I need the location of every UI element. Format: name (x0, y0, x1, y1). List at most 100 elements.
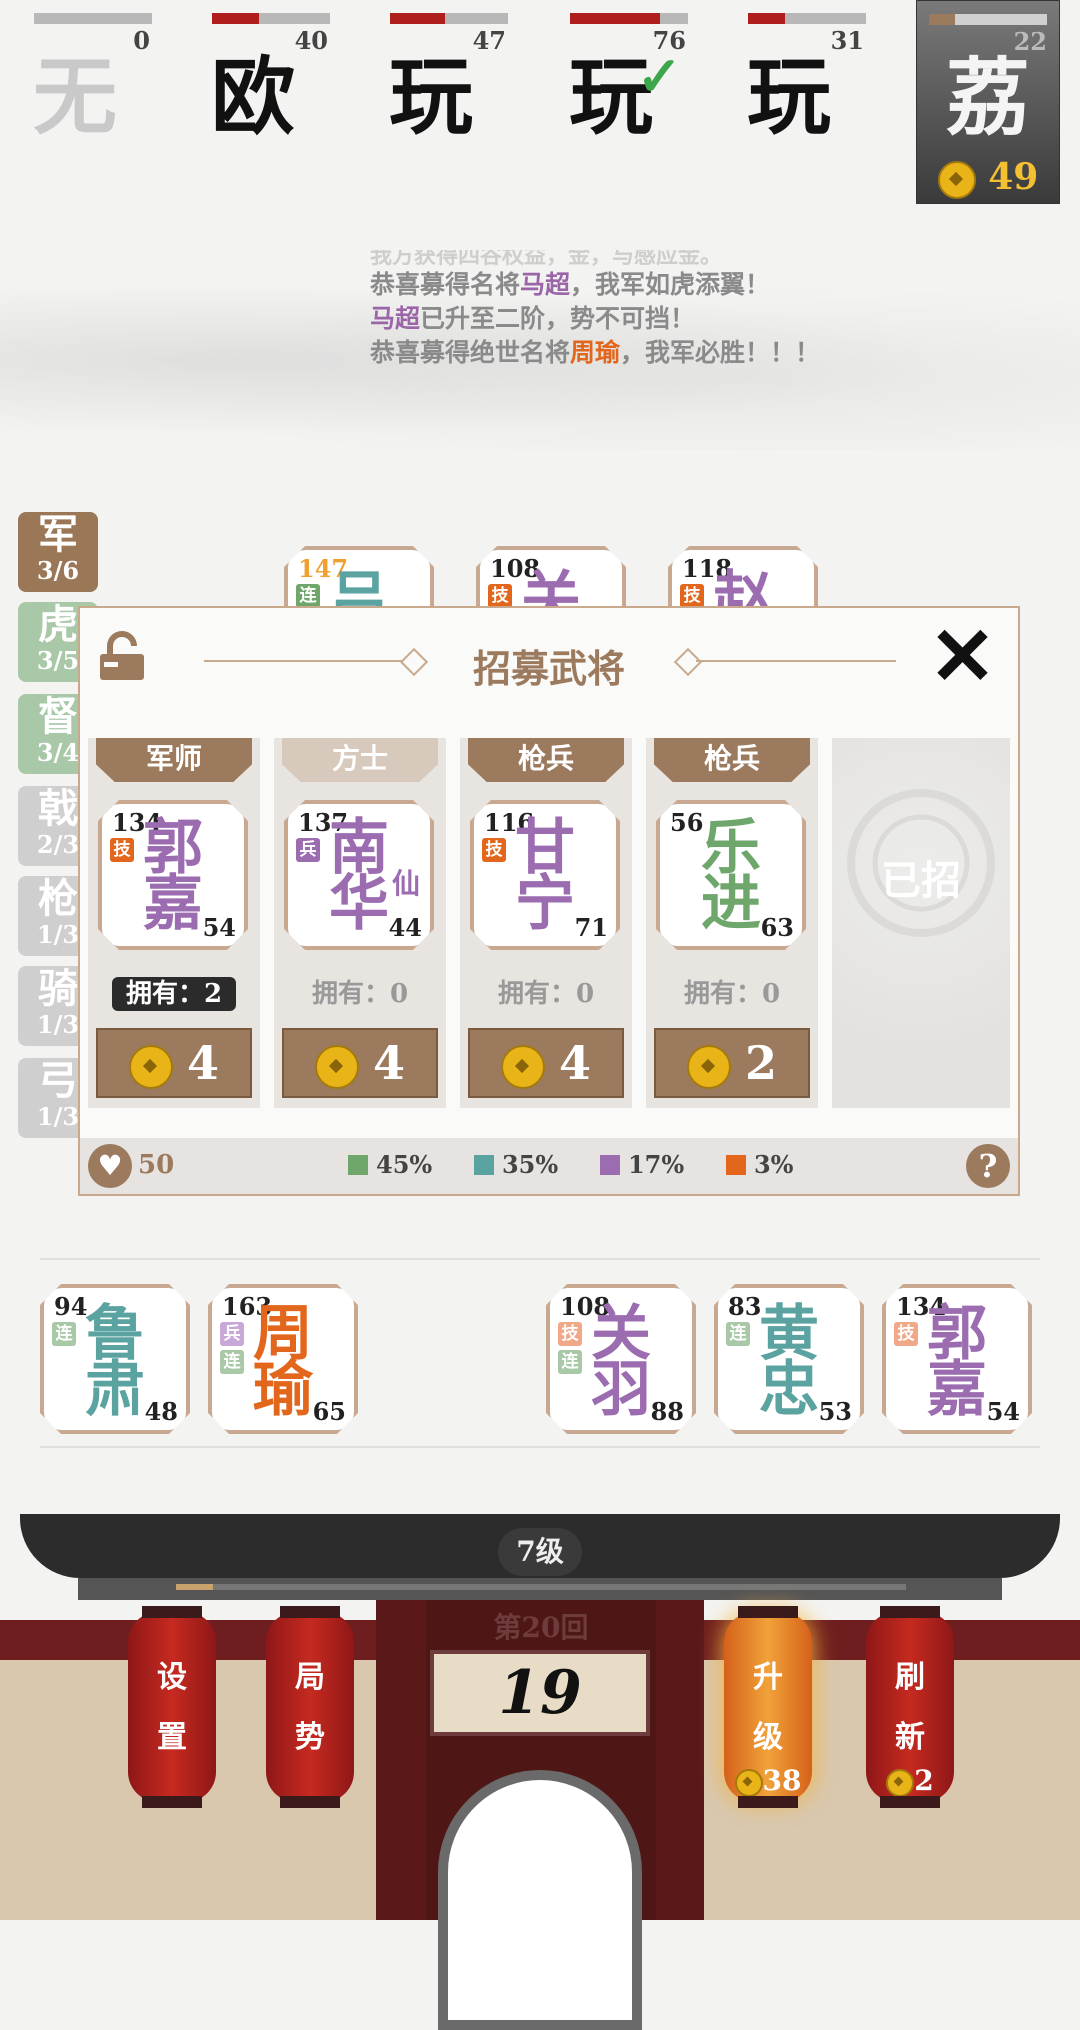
unit-stat: 44 (388, 913, 422, 942)
coin-icon (314, 1045, 359, 1089)
hp-value: 31 (830, 26, 864, 55)
coin-icon (734, 1768, 763, 1797)
owned-count: 拥有：0 (683, 979, 781, 1009)
upgrade-button[interactable]: 升 级 38 (724, 1606, 812, 1808)
bench-unit-card[interactable]: 163 兵 连 周 瑜 65 (208, 1284, 358, 1434)
bench-unit-card[interactable]: 83 连 黄 忠 53 (714, 1284, 864, 1434)
tier-swatch (473, 1155, 494, 1175)
hp-value: 47 (472, 26, 506, 55)
bench-unit-card[interactable]: 134 技 郭 嘉 54 (882, 1284, 1032, 1434)
recruited-slot: 已招 (832, 738, 1010, 1108)
buy-button[interactable]: 4 (282, 1028, 438, 1098)
hero-card[interactable]: 56 乐 进 63 (656, 800, 806, 950)
player-avatar-char: 玩 (746, 47, 831, 146)
help-icon[interactable]: ? (966, 1144, 1010, 1188)
log-hero-name: 马超 (520, 270, 571, 299)
hp-bar-fill (570, 13, 660, 24)
gate-pillar (654, 1600, 704, 1920)
title-rule (696, 660, 896, 662)
tier-odds-value: 45% (376, 1150, 433, 1179)
coin-icon (886, 1768, 915, 1797)
bench-unit-card[interactable]: 108 技 连 关 羽 88 (546, 1284, 696, 1434)
log-text: ，我军如虎添翼！ (570, 270, 771, 299)
refresh-button[interactable]: 刷 新 2 (866, 1606, 954, 1808)
xp-bar (176, 1584, 906, 1590)
recruit-slot[interactable]: 方士 137 兵 南 华 仙 44 拥有：0 4 (274, 738, 446, 1108)
unit-stat: 48 (144, 1397, 178, 1426)
cost-value: 2 (914, 1764, 934, 1797)
unit-subtitle: 仙 (391, 867, 420, 900)
tier-odds-value: 3% (753, 1150, 794, 1179)
log-line: 我方获得四谷权益，金，与感应金。 (370, 250, 723, 268)
player-slot-3[interactable]: 47 玩 (356, 0, 508, 142)
self-player-panel[interactable]: 22 荔 49 (916, 0, 1060, 204)
unit-stat: 53 (818, 1397, 852, 1426)
lantern-label: 势 (295, 1720, 325, 1755)
settings-button[interactable]: 设 置 (128, 1606, 216, 1808)
close-icon[interactable]: ✕ (929, 616, 996, 696)
recruited-label: 已招 (881, 857, 961, 904)
buy-button[interactable]: 4 (468, 1028, 624, 1098)
gate-pillar (376, 1600, 426, 1920)
message-log: 我方获得四谷权益，金，与感应金。 恭喜募得名将马超，我军如虎添翼！ 马超已升至二… (370, 250, 820, 370)
synergy-label: 军 (38, 511, 78, 558)
hp-bar (929, 14, 1047, 25)
player-slot-5[interactable]: 31 玩 (714, 0, 866, 146)
player-avatar-char: 无 (32, 47, 117, 146)
cost-value: 4 (186, 1036, 219, 1090)
hero-card[interactable]: 137 兵 南 华 仙 44 (284, 800, 434, 950)
log-line: 马超已升至二阶，势不可挡！ (370, 302, 820, 336)
bench-divider (40, 1258, 1040, 1260)
hp-bar (34, 13, 152, 24)
player-slot-1[interactable]: 0 无 (0, 0, 152, 146)
situation-button[interactable]: 局 势 (266, 1606, 354, 1808)
tier-odds-value: 17% (627, 1150, 685, 1179)
heart-icon: ♥ (88, 1144, 132, 1188)
recruit-dialog: 招募武将 ✕ 军师 134 技 郭 嘉 54 拥有：2 4 方士 137 兵 南… (78, 606, 1020, 1196)
lantern-label: 新 (895, 1720, 925, 1755)
player-slot-2[interactable]: 40 欧 (178, 0, 330, 146)
hero-card[interactable]: 116 技 甘 宁 71 (470, 800, 620, 950)
gate-arch (438, 1770, 642, 2030)
lantern-label: 升 (753, 1660, 783, 1695)
cost-value: 4 (372, 1036, 405, 1090)
owned-text: 拥有：2 (111, 977, 237, 1011)
lantern-label: 置 (157, 1720, 187, 1755)
coin-balance: 49 (917, 156, 1059, 199)
coin-icon (937, 161, 976, 199)
log-line: 恭喜募得绝世名将周瑜，我军必胜！！！ (370, 336, 820, 370)
checkmark-icon: ✓ (636, 44, 682, 108)
hp-value: 40 (294, 26, 328, 55)
hp-value: 0 (133, 26, 150, 55)
lantern-label: 局 (295, 1660, 325, 1695)
log-text: 恭喜募得名将 (370, 270, 521, 299)
role-ribbon: 军师 (96, 738, 252, 782)
unit-stat: 54 (986, 1397, 1020, 1426)
log-text: ，我军必胜！！！ (620, 338, 821, 367)
log-hero-name: 周瑜 (570, 338, 621, 367)
log-text: 恭喜募得绝世名将 (370, 338, 571, 367)
recruit-slot[interactable]: 军师 134 技 郭 嘉 54 拥有：2 4 (88, 738, 260, 1108)
coin-icon (128, 1045, 173, 1089)
recruit-slot[interactable]: 枪兵 116 技 甘 宁 71 拥有：0 4 (460, 738, 632, 1108)
hp-bar-fill (212, 13, 260, 24)
player-avatar-char: 欧 (210, 47, 295, 146)
refresh-cost: 2 (866, 1764, 954, 1797)
buy-button[interactable]: 4 (96, 1028, 252, 1098)
role-ribbon: 枪兵 (468, 738, 624, 782)
buy-button[interactable]: 2 (654, 1028, 810, 1098)
synergy-tab-军[interactable]: 军 3/6 (18, 512, 98, 592)
log-text: 已升至二阶，势不可挡！ (420, 304, 696, 333)
coin-icon (686, 1045, 731, 1089)
tier-swatch (348, 1155, 368, 1175)
role-ribbon: 枪兵 (654, 738, 810, 782)
lantern-label: 设 (157, 1660, 187, 1695)
bench-unit-card[interactable]: 94 连 鲁 肃 48 (40, 1284, 190, 1434)
player-slot-4[interactable]: 76 玩 ✓ (536, 0, 688, 142)
level-badge: 7级 (498, 1528, 582, 1576)
recruit-slot[interactable]: 枪兵 56 乐 进 63 拥有：0 2 (646, 738, 818, 1108)
owned-count: 拥有：2 (88, 973, 260, 1011)
coin-value: 49 (988, 156, 1039, 198)
hero-card[interactable]: 134 技 郭 嘉 54 (98, 800, 248, 950)
tier-odds-value: 35% (501, 1150, 559, 1179)
